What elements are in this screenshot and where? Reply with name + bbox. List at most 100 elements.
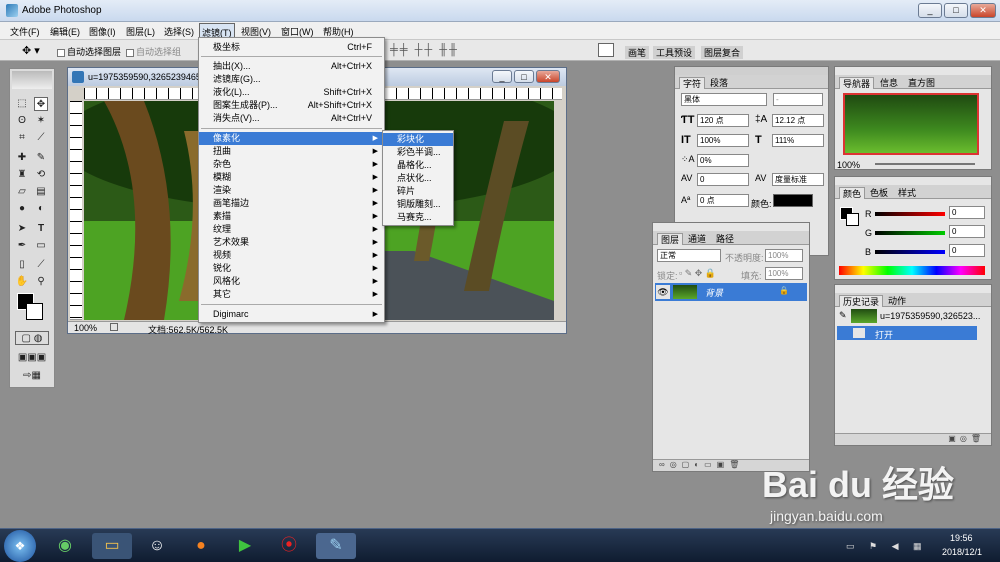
menu-item-pixelate[interactable]: 像素化 ▶ xyxy=(199,132,384,145)
tab-history[interactable]: 历史记录 xyxy=(839,295,884,307)
tab-histogram[interactable]: 直方图 xyxy=(905,77,938,89)
pen-tool-icon[interactable]: ✒ xyxy=(15,239,29,253)
notes-tool-icon[interactable]: ▯ xyxy=(15,258,29,272)
eraser-tool-icon[interactable]: ▱ xyxy=(15,185,29,199)
menu-layer[interactable]: 图层(L) xyxy=(126,25,155,38)
leading-field[interactable]: 12.12 点 xyxy=(772,114,824,127)
clock-date[interactable]: 2018/12/1 xyxy=(942,547,982,557)
b-slider[interactable] xyxy=(875,250,945,254)
auto-select-group-checkbox[interactable]: 自动选择组 xyxy=(126,45,181,58)
menu-item-pattern-maker[interactable]: 图案生成器(P)... Alt+Shift+Ctrl+X xyxy=(199,99,384,112)
menu-item-liquify[interactable]: 液化(L)... Shift+Ctrl+X xyxy=(199,86,384,99)
photoshop-taskbar-icon[interactable]: ✎ xyxy=(316,533,356,559)
gradient-tool-icon[interactable]: ▤ xyxy=(34,185,48,199)
marquee-tool-icon[interactable]: ⬚ xyxy=(15,97,29,111)
menu-edit[interactable]: 编辑(E) xyxy=(50,25,80,38)
clock-time[interactable]: 19:56 xyxy=(950,533,973,543)
align-icons[interactable]: ╪╪ ┼┼ ╫╫ xyxy=(390,44,459,56)
tab-styles[interactable]: 样式 xyxy=(895,187,919,199)
tab-navigator[interactable]: 导航器 xyxy=(839,77,875,89)
submenu-item-facet[interactable]: 彩块化 xyxy=(383,133,453,146)
brush-tool-icon[interactable]: ✎ xyxy=(34,151,48,165)
b-field[interactable]: 0 xyxy=(949,244,985,257)
menu-item-render[interactable]: 渲染 ▶ xyxy=(199,184,384,197)
clone-stamp-tool-icon[interactable]: ♜ xyxy=(15,168,29,182)
dodge-tool-icon[interactable]: ◐ xyxy=(34,202,48,216)
menu-item-artistic[interactable]: 艺术效果 ▶ xyxy=(199,236,384,249)
360-browser-icon[interactable]: ◉ xyxy=(50,533,80,559)
palette-well-icon[interactable] xyxy=(598,43,614,57)
navigator-thumbnail[interactable] xyxy=(843,93,979,155)
type-tool-icon[interactable]: T xyxy=(34,222,48,236)
baseline-shift-field[interactable]: 0 点 xyxy=(697,194,749,207)
doc-maximize-button[interactable]: □ xyxy=(514,70,534,83)
menu-item-filter-gallery[interactable]: 滤镜库(G)... xyxy=(199,73,384,86)
move-tool-icon[interactable]: ✥ xyxy=(34,97,48,111)
minimize-button[interactable]: _ xyxy=(918,3,942,18)
menu-item-extract[interactable]: 抽出(X)... Alt+Ctrl+X xyxy=(199,60,384,73)
crop-tool-icon[interactable]: ⌗ xyxy=(15,131,29,145)
shape-tool-icon[interactable]: ▭ xyxy=(34,239,48,253)
menu-item-digimarc[interactable]: Digimarc ▶ xyxy=(199,308,384,321)
submenu-item-mezzotint[interactable]: 铜版雕刻... xyxy=(383,198,453,211)
tab-color[interactable]: 颜色 xyxy=(839,187,866,199)
r-slider[interactable] xyxy=(875,212,945,216)
font-style-select[interactable]: - xyxy=(773,93,823,106)
menu-item-other[interactable]: 其它 ▶ xyxy=(199,288,384,301)
move-tool-icon[interactable]: ✥ ▾ xyxy=(22,44,40,57)
kern-mode-select[interactable]: 度量标准 xyxy=(772,173,824,186)
zoom-level[interactable]: 100% xyxy=(74,323,97,333)
hand-tool-icon[interactable]: ✋ xyxy=(15,275,29,289)
layer-visibility-eye-icon[interactable]: 👁 xyxy=(656,285,670,299)
menu-item-texture[interactable]: 纹理 ▶ xyxy=(199,223,384,236)
lasso-tool-icon[interactable]: ʘ xyxy=(15,114,29,128)
zoom-tool-icon[interactable]: ⚲ xyxy=(34,275,48,289)
color-spectrum-bar[interactable] xyxy=(839,266,985,275)
maximize-button[interactable]: □ xyxy=(944,3,968,18)
menu-item-distort[interactable]: 扭曲 ▶ xyxy=(199,145,384,158)
horizontal-scale-field[interactable]: 111% xyxy=(772,134,824,147)
blend-mode-select[interactable]: 正常 xyxy=(657,249,721,262)
menu-item-last-filter[interactable]: 极坐标 Ctrl+F xyxy=(199,41,384,54)
tab-actions[interactable]: 动作 xyxy=(885,295,909,307)
history-step-row[interactable]: 打开 xyxy=(837,326,977,340)
submenu-item-fragment[interactable]: 碎片 xyxy=(383,185,453,198)
menu-image[interactable]: 图像(I) xyxy=(89,25,116,38)
lock-icons[interactable]: ▫ ✎ ✥ 🔒 xyxy=(679,268,716,279)
screen-mode-icon[interactable]: ▣▣▣ xyxy=(15,351,49,365)
font-family-select[interactable]: 黑体 xyxy=(681,93,767,106)
history-snapshot-row[interactable]: ✎ u=1975359590,326523... xyxy=(837,308,989,324)
tab-character[interactable]: 字符 xyxy=(679,77,706,89)
tab-paragraph[interactable]: 段落 xyxy=(707,77,731,89)
magic-wand-tool-icon[interactable]: ✶ xyxy=(34,114,48,128)
navigator-zoom[interactable]: 100% xyxy=(837,160,860,170)
menu-file[interactable]: 文件(F) xyxy=(10,25,40,38)
palette-tab-brushes[interactable]: 画笔 xyxy=(625,46,650,59)
palette-tab-tool-presets[interactable]: 工具预设 xyxy=(653,46,696,59)
menu-item-noise[interactable]: 杂色 ▶ xyxy=(199,158,384,171)
tab-swatches[interactable]: 色板 xyxy=(867,187,891,199)
healing-brush-tool-icon[interactable]: ✚ xyxy=(15,151,29,165)
vertical-scale-field[interactable]: 100% xyxy=(697,134,749,147)
color-bg-swatch[interactable] xyxy=(846,213,859,226)
layer-row-background[interactable]: 👁 背景 🔒 xyxy=(655,283,807,301)
menu-select[interactable]: 选择(S) xyxy=(164,25,194,38)
eyedropper-tool-icon[interactable]: ⟋ xyxy=(34,258,48,272)
palette-tab-layer-comps[interactable]: 图层复合 xyxy=(701,46,744,59)
firefox-icon[interactable]: ● xyxy=(186,533,216,559)
path-selection-tool-icon[interactable]: ➤ xyxy=(15,222,29,236)
screen-recorder-icon[interactable]: ⦿ xyxy=(274,533,304,559)
close-button[interactable]: ✕ xyxy=(970,3,996,18)
menu-item-sketch[interactable]: 素描 ▶ xyxy=(199,210,384,223)
font-size-field[interactable]: 120 点 xyxy=(697,114,749,127)
tracking-field[interactable]: 0% xyxy=(697,154,749,167)
qq-icon[interactable]: ☺ xyxy=(142,533,172,559)
g-field[interactable]: 0 xyxy=(949,225,985,238)
slice-tool-icon[interactable]: ⟋ xyxy=(34,131,48,145)
submenu-item-crystallize[interactable]: 晶格化... xyxy=(383,159,453,172)
kerning-field[interactable]: 0 xyxy=(697,173,749,186)
start-button[interactable]: ❖ xyxy=(4,530,36,562)
background-color-swatch[interactable] xyxy=(26,303,43,320)
submenu-item-mosaic[interactable]: 马赛克... xyxy=(383,211,453,224)
submenu-item-color-halftone[interactable]: 彩色半调... xyxy=(383,146,453,159)
